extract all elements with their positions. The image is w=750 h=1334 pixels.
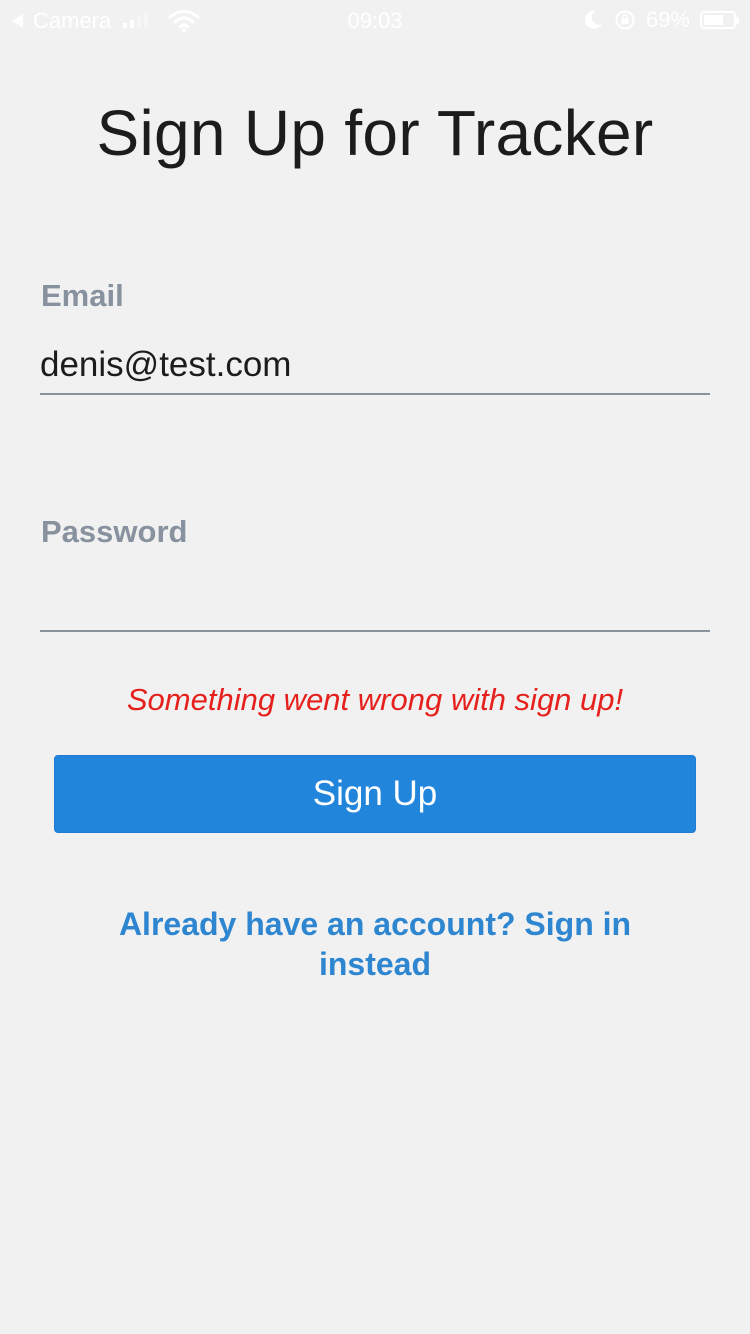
battery-icon: [700, 11, 739, 29]
status-right: 69%: [582, 7, 739, 33]
email-field[interactable]: [40, 337, 710, 395]
moon-icon: [585, 10, 602, 29]
battery-level: [704, 15, 723, 25]
page-title: Sign Up for Tracker: [96, 97, 654, 169]
password-field[interactable]: [40, 574, 710, 632]
error-message: Something went wrong with sign up!: [126, 682, 624, 717]
signup-screen: Camera 09:03 69% Sign Up for Tracker Ema…: [0, 0, 750, 1334]
email-label: Email: [41, 278, 124, 313]
battery-percent: 69%: [645, 7, 690, 32]
password-label: Password: [41, 514, 188, 549]
sign-in-instead-link[interactable]: Already have an account? Sign in instead: [100, 904, 650, 984]
sign-up-button[interactable]: Sign Up: [54, 755, 696, 833]
orientation-lock-icon: [615, 10, 635, 30]
status-bar: Camera 09:03 69%: [0, 0, 750, 40]
